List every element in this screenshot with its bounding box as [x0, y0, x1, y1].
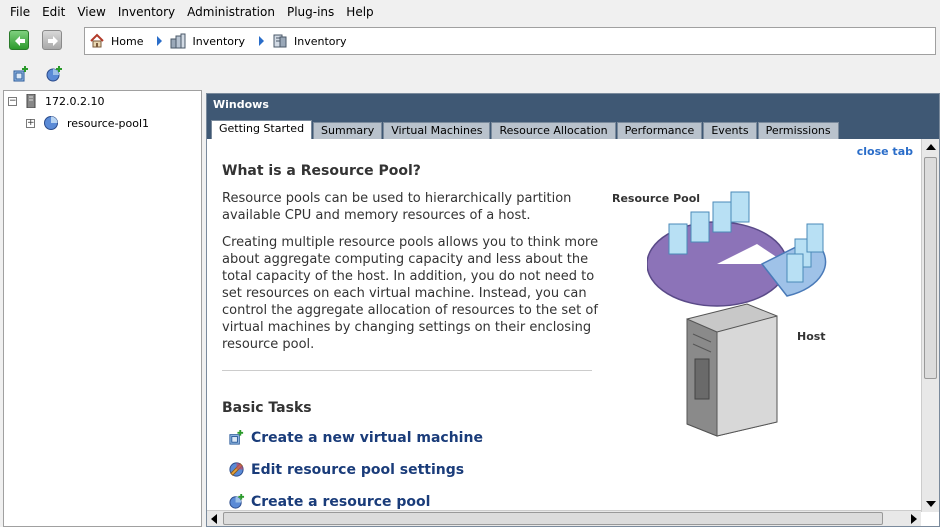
new-vm-icon — [229, 429, 244, 445]
menu-help[interactable]: Help — [340, 0, 379, 24]
menu-inventory[interactable]: Inventory — [112, 0, 181, 24]
breadcrumb-inventory-label: Inventory — [192, 34, 246, 48]
menu-view[interactable]: View — [71, 0, 111, 24]
close-tab-link[interactable]: close tab — [857, 145, 913, 158]
section-divider — [222, 370, 592, 371]
breadcrumb-home[interactable]: Home — [89, 33, 143, 49]
details-panel: Windows Getting Started Summary Virtual … — [206, 93, 940, 527]
menu-file[interactable]: File — [4, 0, 36, 24]
task-edit-pool-settings-label: Edit resource pool settings — [251, 461, 465, 478]
navigation-toolbar: Home Inventory Inventory — [0, 24, 940, 60]
tree-pool-label: resource-pool1 — [67, 116, 150, 130]
edit-settings-icon — [229, 462, 244, 477]
task-create-vm-label: Create a new virtual machine — [251, 429, 483, 446]
forward-button[interactable] — [42, 30, 62, 50]
breadcrumb-inventory-current-label: Inventory — [294, 34, 347, 48]
breadcrumb: Home Inventory Inventory — [84, 27, 936, 55]
panel-title: Windows — [213, 98, 269, 111]
detail-paragraph: Creating multiple resource pools allows … — [222, 235, 599, 352]
tab-events[interactable]: Events — [703, 122, 757, 139]
tab-summary[interactable]: Summary — [313, 122, 383, 139]
scroll-right-icon[interactable] — [911, 514, 917, 524]
scroll-down-icon[interactable] — [926, 501, 936, 507]
back-button[interactable] — [9, 30, 29, 50]
tab-virtual-machines[interactable]: Virtual Machines — [383, 122, 491, 139]
action-toolbar — [0, 60, 940, 90]
breadcrumb-inventory[interactable]: Inventory — [170, 33, 245, 49]
menu-administration[interactable]: Administration — [181, 0, 281, 24]
panel-header: Windows Getting Started Summary Virtual … — [207, 94, 939, 139]
new-vm-icon[interactable] — [12, 65, 30, 83]
resource-pool-diagram: Resource Pool Host — [612, 184, 897, 484]
resource-pool-illustration — [646, 191, 827, 437]
intro-paragraph: Resource pools can be used to hierarchic… — [222, 191, 572, 223]
scroll-left-icon[interactable] — [211, 514, 217, 524]
tab-performance[interactable]: Performance — [616, 122, 703, 139]
horizontal-scroll-thumb[interactable] — [223, 512, 883, 525]
inventory-tree: − 172.0.2.10 + resource-pool1 — [3, 90, 202, 527]
page-title: What is a Resource Pool? — [222, 163, 421, 179]
basic-tasks-heading: Basic Tasks — [222, 400, 312, 416]
breadcrumb-separator-icon — [259, 36, 265, 46]
menu-edit[interactable]: Edit — [36, 0, 71, 24]
host-server-icon — [26, 94, 36, 108]
breadcrumb-separator-icon — [157, 36, 163, 46]
tab-getting-started[interactable]: Getting Started — [211, 120, 313, 139]
new-resource-pool-icon — [229, 493, 245, 509]
breadcrumb-inventory-current[interactable]: Inventory — [272, 33, 347, 49]
task-create-pool[interactable]: Create a resource pool — [228, 493, 430, 510]
task-create-pool-label: Create a resource pool — [251, 493, 431, 510]
resource-pool-icon — [44, 116, 58, 130]
new-resource-pool-icon[interactable] — [45, 65, 63, 83]
arrow-left-icon — [15, 36, 25, 46]
inventory-hosts-icon — [170, 33, 186, 49]
tree-pool-row[interactable]: + resource-pool1 — [26, 115, 149, 131]
tree-host-label: 172.0.2.10 — [45, 94, 105, 108]
tree-host-row[interactable]: − 172.0.2.10 — [8, 94, 104, 108]
scroll-up-icon[interactable] — [926, 144, 936, 150]
task-create-vm[interactable]: Create a new virtual machine — [228, 429, 483, 446]
diagram-label-resource-pool: Resource Pool — [612, 192, 701, 205]
expand-icon[interactable]: + — [26, 118, 35, 128]
home-icon — [90, 33, 104, 48]
diagram-label-host: Host — [797, 330, 826, 343]
tab-resource-allocation[interactable]: Resource Allocation — [491, 122, 616, 139]
breadcrumb-home-label: Home — [111, 34, 144, 48]
horizontal-scrollbar[interactable] — [207, 510, 921, 526]
task-edit-pool-settings[interactable]: Edit resource pool settings — [228, 461, 464, 478]
getting-started-content: close tab What is a Resource Pool? Resou… — [207, 139, 921, 512]
vertical-scrollbar[interactable] — [921, 139, 939, 512]
tab-bar: Getting Started Summary Virtual Machines… — [211, 120, 840, 139]
arrow-right-icon — [48, 36, 58, 46]
collapse-icon[interactable]: − — [8, 96, 17, 106]
tab-permissions[interactable]: Permissions — [757, 122, 839, 139]
menu-bar: File Edit View Inventory Administration … — [0, 0, 940, 24]
inventory-server-icon — [273, 34, 287, 48]
menu-plugins[interactable]: Plug-ins — [281, 0, 340, 24]
vertical-scroll-thumb[interactable] — [924, 157, 937, 379]
